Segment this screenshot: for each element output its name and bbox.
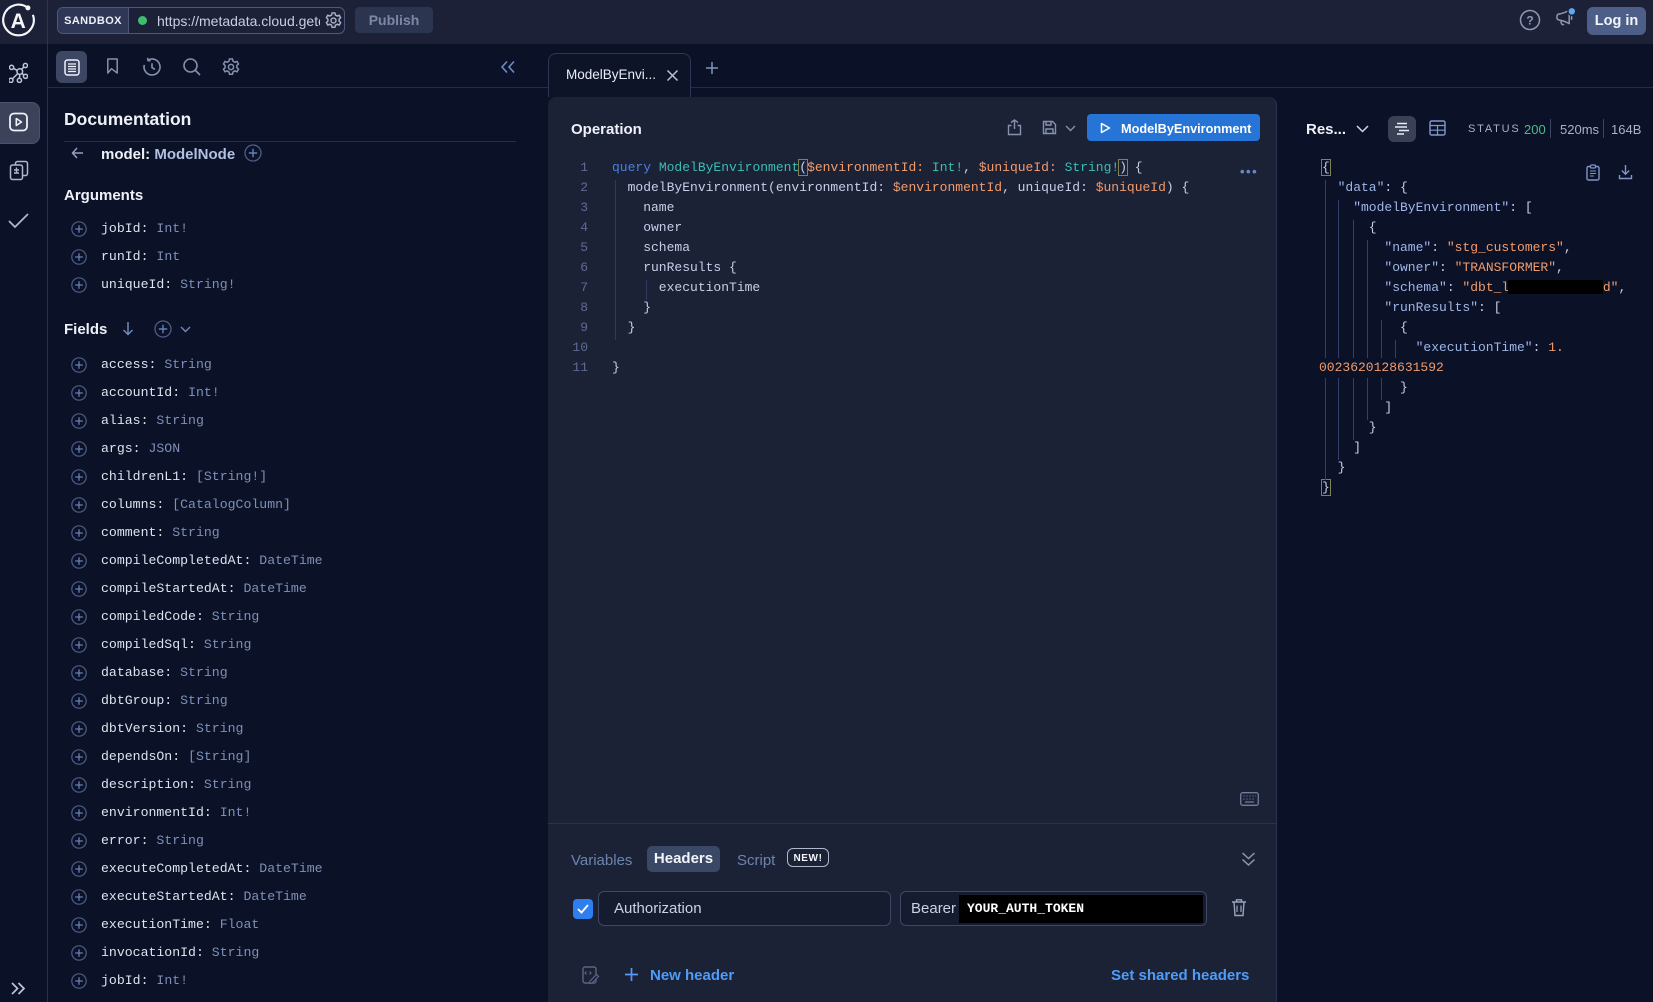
svg-text:A: A bbox=[11, 10, 26, 33]
svg-text:?: ? bbox=[1526, 14, 1533, 28]
